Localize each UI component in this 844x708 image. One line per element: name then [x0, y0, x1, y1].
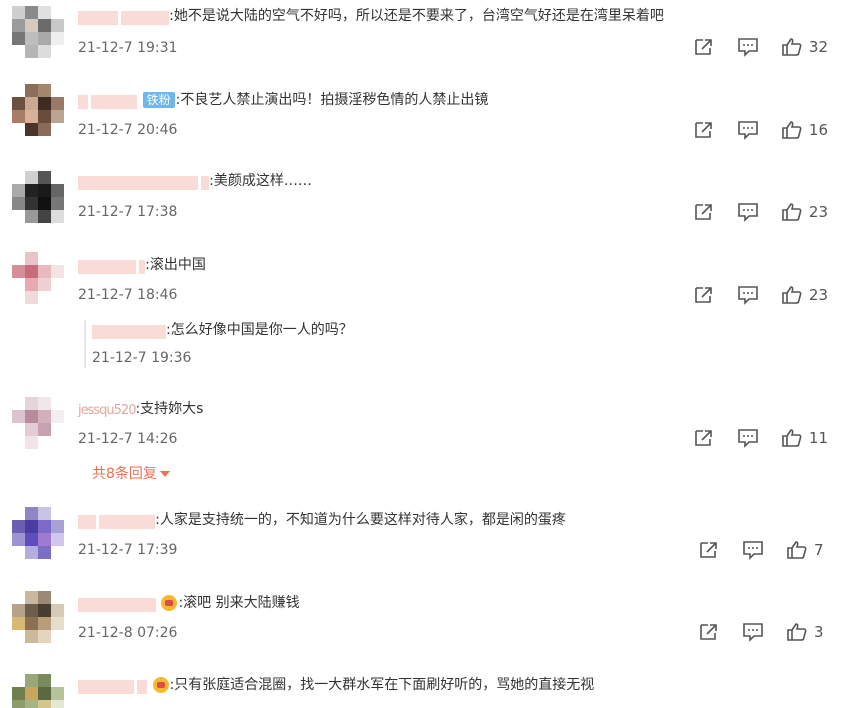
username[interactable]	[78, 8, 170, 25]
like-icon[interactable]	[781, 202, 803, 222]
like-icon[interactable]	[786, 540, 808, 560]
timestamp: 21-12-7 18:46	[78, 287, 178, 303]
like-count: 23	[808, 286, 828, 304]
like-icon[interactable]	[786, 622, 808, 642]
comment-text: :她不是说大陆的空气不好吗，所以还是不要来了，台湾空气好还是在湾里呆着吧	[169, 8, 664, 24]
share-icon[interactable]	[693, 37, 715, 57]
like-count: 16	[808, 121, 828, 139]
more-replies-label: 共8条回复	[92, 466, 157, 482]
comment-text: :美颜成这样……	[209, 173, 312, 189]
comment-icon[interactable]	[737, 120, 759, 140]
like-count: 11	[808, 429, 828, 447]
share-icon[interactable]	[693, 202, 715, 222]
timestamp: 21-12-7 17:38	[78, 204, 178, 220]
avatar[interactable]	[12, 84, 64, 136]
like-icon[interactable]	[781, 428, 803, 448]
crown-icon	[161, 595, 178, 611]
timestamp: 21-12-7 14:26	[78, 431, 178, 447]
avatar[interactable]	[12, 507, 64, 559]
share-icon[interactable]	[693, 428, 715, 448]
like-icon[interactable]	[781, 37, 803, 57]
avatar[interactable]	[12, 252, 64, 304]
comment-text: :支持妳大s	[135, 401, 204, 417]
like-count: 3	[814, 623, 824, 641]
comment-icon[interactable]	[742, 622, 764, 642]
avatar[interactable]	[12, 674, 64, 708]
like-icon[interactable]	[781, 120, 803, 140]
username[interactable]	[78, 677, 148, 694]
avatar[interactable]	[12, 171, 64, 223]
reply-text: :怎么好像中国是你一人的吗？	[166, 322, 353, 338]
comment-text: :人家是支持统一的，不知道为什么要这样对待人家，都是闲的蛋疼	[155, 512, 566, 528]
comment-icon[interactable]	[737, 37, 759, 57]
share-icon[interactable]	[693, 120, 715, 140]
chevron-down-icon	[159, 471, 170, 477]
comment-icon[interactable]	[737, 202, 759, 222]
username[interactable]	[78, 595, 156, 612]
avatar[interactable]	[12, 6, 64, 58]
comment-text: :不良艺人禁止演出吗！拍摄淫秽色情的人禁止出镜	[175, 92, 489, 108]
username[interactable]	[78, 512, 156, 529]
share-icon[interactable]	[698, 540, 720, 560]
timestamp: 21-12-7 19:36	[92, 350, 192, 366]
username[interactable]	[92, 322, 166, 339]
avatar[interactable]	[12, 591, 64, 643]
comment-icon[interactable]	[737, 285, 759, 305]
timestamp: 21-12-8 07:26	[78, 625, 178, 641]
username[interactable]	[78, 173, 210, 190]
like-count: 32	[808, 38, 828, 56]
comment-text: :只有张庭适合混圈，找一大群水军在下面刷好听的，骂她的直接无视	[169, 677, 595, 693]
username[interactable]: jessqu520	[78, 401, 136, 418]
crown-icon	[152, 677, 169, 693]
comment-icon[interactable]	[742, 540, 764, 560]
like-count: 23	[808, 203, 828, 221]
more-replies-link[interactable]: 共8条回复	[92, 463, 170, 483]
like-count: 7	[814, 541, 824, 559]
timestamp: 21-12-7 19:31	[78, 40, 178, 56]
like-icon[interactable]	[781, 285, 803, 305]
share-icon[interactable]	[698, 622, 720, 642]
timestamp: 21-12-7 17:39	[78, 542, 178, 558]
username[interactable]	[78, 257, 146, 274]
comment-text: :滚出中国	[145, 257, 206, 273]
comment-icon[interactable]	[737, 428, 759, 448]
username[interactable]	[78, 92, 138, 109]
reply-item: :怎么好像中国是你一人的吗？ 21-12-7 19:36	[84, 320, 353, 368]
comment-text: :滚吧 别来大陆赚钱	[178, 595, 300, 611]
timestamp: 21-12-7 20:46	[78, 122, 178, 138]
avatar[interactable]	[12, 397, 64, 449]
share-icon[interactable]	[693, 285, 715, 305]
fan-badge: 铁粉	[142, 92, 175, 108]
